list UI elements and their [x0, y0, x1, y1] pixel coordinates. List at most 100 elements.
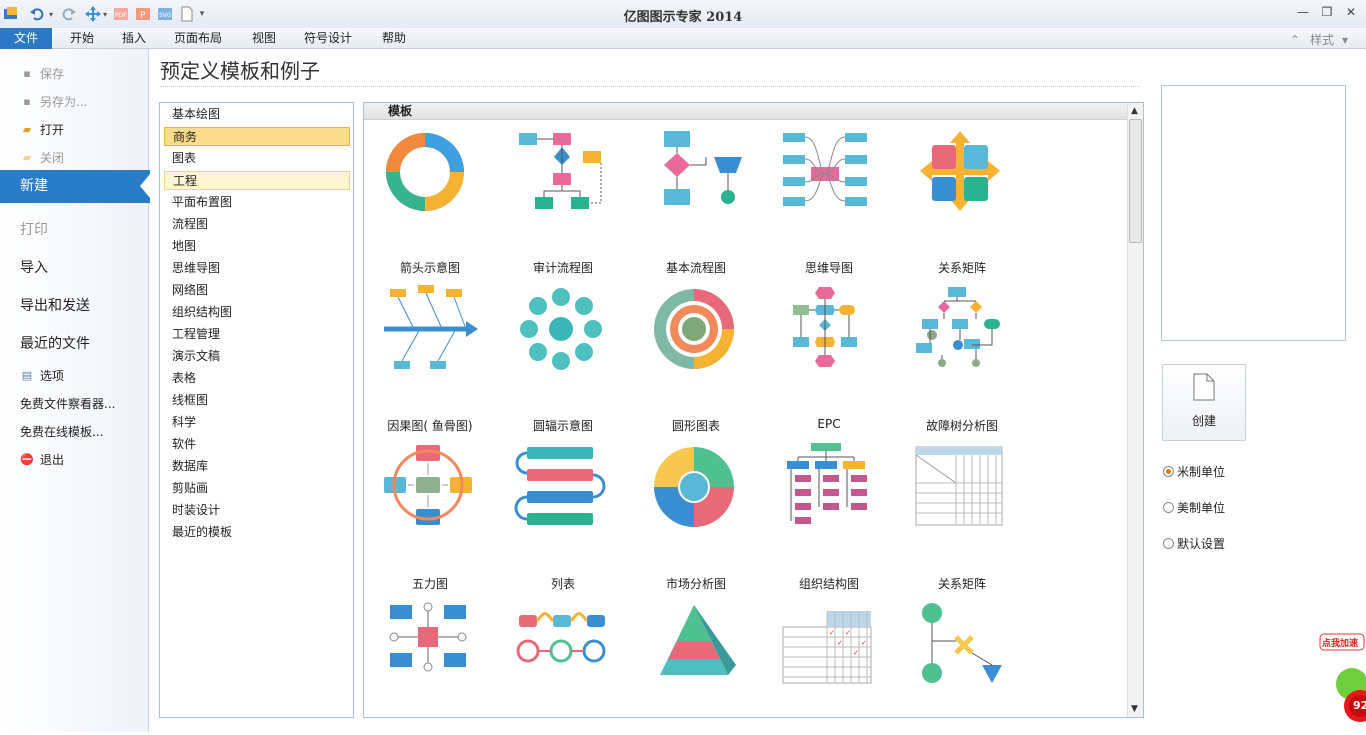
template-item[interactable]: 关系矩阵	[896, 443, 1028, 593]
exit-label: 退出	[40, 453, 65, 467]
tab-insert[interactable]: 插入	[112, 28, 156, 49]
template-thumbnail	[519, 133, 602, 209]
category-item[interactable]: 时装设计	[164, 501, 350, 520]
default-settings-radio[interactable]: 默认设置	[1163, 535, 1225, 552]
speed-up-widget[interactable]: 点我加速 92	[1316, 632, 1366, 732]
close-label: 关闭	[40, 151, 65, 165]
metric-units-radio[interactable]: 米制单位	[1163, 463, 1225, 480]
template-item[interactable]: 思维导图	[763, 127, 895, 277]
template-item[interactable]: 列表	[497, 443, 629, 593]
export-send-item[interactable]: 导出和发送	[20, 295, 90, 315]
template-item[interactable]: EPC	[763, 285, 895, 435]
us-units-radio[interactable]: 美制单位	[1163, 499, 1225, 516]
template-label: 列表	[550, 577, 575, 591]
template-thumbnail	[920, 131, 1000, 211]
category-item[interactable]: 表格	[164, 369, 350, 388]
category-item[interactable]: 工程管理	[164, 325, 350, 344]
save-as-item[interactable]: ▪ 另存为...	[20, 93, 87, 110]
template-thumbnail	[922, 603, 1002, 683]
template-item[interactable]: 箭头示意图	[364, 127, 496, 277]
close-item[interactable]: ▰ 关闭	[20, 149, 64, 166]
new-menu-item[interactable]: 新建	[0, 170, 150, 203]
category-item[interactable]: 科学	[164, 413, 350, 432]
scroll-down-icon[interactable]: ▼	[1131, 704, 1138, 714]
svg-text:✓: ✓	[837, 639, 843, 647]
template-item[interactable]: ✓✓✓✓✓Six Sigma 矩阵	[763, 601, 895, 717]
title-divider	[160, 86, 1140, 87]
open-item[interactable]: ▰ 打开	[20, 121, 64, 138]
exit-item[interactable]: ⛔ 退出	[20, 451, 64, 468]
options-label: 选项	[40, 369, 65, 383]
tab-page-layout[interactable]: 页面布局	[166, 28, 230, 49]
category-item[interactable]: 数据库	[164, 457, 350, 476]
scroll-up-icon[interactable]: ▲	[1131, 106, 1138, 116]
category-item[interactable]: 最近的模板	[164, 523, 350, 542]
metric-units-label: 米制单位	[1177, 465, 1226, 479]
category-item[interactable]: 图表	[164, 149, 350, 168]
category-item[interactable]: 组织结构图	[164, 303, 350, 322]
template-label: 市场分析图	[665, 577, 726, 591]
template-thumbnail	[386, 133, 464, 211]
template-item[interactable]: 五力图	[364, 443, 496, 593]
tab-home[interactable]: 开始	[60, 28, 104, 49]
tab-file[interactable]: 文件	[0, 28, 52, 49]
tab-help[interactable]: 帮助	[372, 28, 416, 49]
template-thumbnail	[654, 447, 734, 527]
template-label: 故障树分析图	[925, 419, 998, 433]
tab-symbol-design[interactable]: 符号设计	[296, 28, 360, 49]
category-list[interactable]: 基本绘图商务图表工程平面布置图流程图地图思维导图网络图组织结构图工程管理演示文稿…	[159, 102, 354, 718]
template-item[interactable]: 金字塔图	[630, 601, 762, 717]
tab-view[interactable]: 视图	[242, 28, 286, 49]
template-item[interactable]: 圆辐示意图	[497, 285, 629, 435]
category-item[interactable]: 网络图	[164, 281, 350, 300]
style-menu[interactable]: ⌃ 样式 ▾	[1290, 31, 1348, 48]
template-label: 因果图( 鱼骨图)	[387, 419, 473, 433]
save-item[interactable]: ▪ 保存	[20, 65, 64, 82]
minimize-icon[interactable]: —	[1294, 5, 1312, 23]
template-thumbnail	[787, 443, 867, 524]
chevron-down-icon: ▾	[1341, 33, 1348, 47]
recent-files-item[interactable]: 最近的文件	[20, 333, 90, 353]
free-viewer-item[interactable]: 免费文件察看器...	[20, 395, 115, 412]
template-item[interactable]: 全面质量管理	[896, 601, 1028, 717]
gallery-header: 模板	[364, 103, 1128, 120]
template-label: 圆辐示意图	[532, 419, 593, 433]
template-item[interactable]: 圆形图表	[630, 285, 762, 435]
print-item[interactable]: 打印	[20, 219, 48, 239]
vertical-scrollbar[interactable]: ▲ ▼	[1127, 103, 1143, 717]
template-item[interactable]: PEST 图	[364, 601, 496, 717]
category-item[interactable]: 思维导图	[164, 259, 350, 278]
template-item[interactable]: 市场分析图	[630, 443, 762, 593]
create-button[interactable]: 创建	[1162, 364, 1246, 441]
category-item[interactable]: 线框图	[164, 391, 350, 410]
restore-icon[interactable]: ❐	[1318, 5, 1336, 23]
category-item[interactable]: 工程	[164, 171, 350, 190]
free-online-templates-item[interactable]: 免费在线模板...	[20, 423, 103, 440]
page-title: 预定义模板和例子	[160, 59, 320, 83]
template-item[interactable]: 因果图( 鱼骨图)	[364, 285, 496, 435]
category-item[interactable]: 软件	[164, 435, 350, 454]
close-window-icon[interactable]: ✕	[1342, 5, 1360, 23]
category-item[interactable]: 基本绘图	[164, 105, 350, 124]
template-item[interactable]: 故障树分析图	[896, 285, 1028, 435]
template-label: 五力图	[411, 577, 448, 591]
options-item[interactable]: ▤ 选项	[20, 367, 64, 384]
scrollbar-thumb[interactable]	[1129, 119, 1142, 243]
template-item[interactable]: 审计流程图	[497, 127, 629, 277]
template-label: 箭头示意图	[399, 261, 460, 275]
template-item[interactable]: 基本流程图	[630, 127, 762, 277]
category-item[interactable]: 剪贴画	[164, 479, 350, 498]
category-item[interactable]: 平面布置图	[164, 193, 350, 212]
template-item[interactable]: 关系矩阵	[896, 127, 1028, 277]
category-item[interactable]: 流程图	[164, 215, 350, 234]
category-item[interactable]: 演示文稿	[164, 347, 350, 366]
category-item[interactable]: 地图	[164, 237, 350, 256]
speed-up-label: 点我加速	[1322, 639, 1359, 649]
collapse-ribbon-icon[interactable]: ⌃	[1290, 33, 1300, 47]
import-item[interactable]: 导入	[20, 257, 48, 277]
exit-icon: ⛔	[20, 452, 34, 466]
category-item[interactable]: 商务	[164, 127, 350, 146]
template-item[interactable]: 组织结构图	[763, 443, 895, 593]
template-item[interactable]: 处理步骤	[497, 601, 629, 717]
template-thumbnail	[514, 447, 606, 525]
